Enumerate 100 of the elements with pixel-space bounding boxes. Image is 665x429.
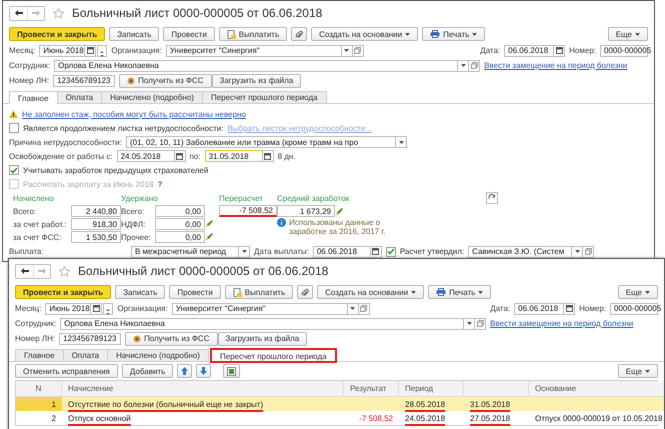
dropdown-button[interactable] <box>238 246 250 258</box>
calendar-button[interactable] <box>262 150 274 162</box>
calendar-button[interactable] <box>84 44 96 56</box>
date-field[interactable]: 06.06.2018 <box>514 302 564 314</box>
print-button[interactable]: Печать <box>422 27 486 41</box>
reason-field[interactable]: (01, 02, 10, 11) Заболевание или травма (кроме травм на про <box>126 136 396 148</box>
date-field[interactable]: 06.06.2018 <box>504 44 554 56</box>
toolbar-button[interactable]: Записать <box>115 285 166 299</box>
pay-button[interactable]: Выплатить <box>224 285 294 299</box>
arrow-up-icon <box>181 367 188 375</box>
replacement-link[interactable]: Ввести замещение на период болезни <box>484 61 628 70</box>
table-cell: 31.05.2018 <box>464 397 529 411</box>
calendar-button[interactable] <box>563 302 576 314</box>
warning-link[interactable]: Не заполнен стаж, пособия могут быть рассчитаны неверно <box>22 110 246 118</box>
sick-leave-number-field[interactable]: 123456789123 <box>59 332 122 344</box>
export-button[interactable] <box>223 364 240 378</box>
get-from-fss-button[interactable]: Получить из ФСС <box>125 332 218 346</box>
replacement-link[interactable]: Ввести замещение на период болезни <box>490 319 634 328</box>
spin-button[interactable] <box>97 44 108 56</box>
tab[interactable]: Оплата <box>56 91 102 103</box>
document-icon <box>226 30 236 38</box>
move-down-button[interactable] <box>196 364 212 378</box>
date-to-field[interactable]: 31.05.2018 <box>204 150 263 162</box>
dropdown-button[interactable] <box>571 246 584 258</box>
payment-field[interactable]: В межрасчетный период <box>131 246 239 258</box>
pencil-icon[interactable] <box>335 206 344 216</box>
window-title: Больничный лист 0000-000005 от 06.06.2018 <box>78 264 328 278</box>
document-icon <box>232 288 242 296</box>
checkbox[interactable] <box>9 123 19 133</box>
toolbar-button[interactable]: Записать <box>109 27 160 41</box>
organization-field[interactable]: Университет "Синергия" <box>172 302 348 314</box>
month-field[interactable]: Июнь 2018 <box>39 44 86 56</box>
date-from-field[interactable]: 24.05.2018 <box>116 150 175 162</box>
field-label: Выплата: <box>9 247 45 256</box>
tab[interactable]: Пересчет прошлого периода <box>210 349 336 362</box>
tab[interactable]: Главное <box>9 91 58 104</box>
more-button[interactable]: Еще <box>618 364 658 378</box>
field-label: Всего: <box>121 206 146 216</box>
toolbar-button[interactable]: Провести <box>169 285 221 299</box>
dropdown-button[interactable] <box>457 60 470 72</box>
tab[interactable]: Начислено (подробно) <box>107 349 209 361</box>
column-header: Период <box>399 381 464 397</box>
attach-button[interactable] <box>291 27 308 41</box>
caret-icon <box>472 32 478 36</box>
caret-icon <box>574 250 580 253</box>
amount-field: 0,00 <box>155 231 205 243</box>
refresh-button[interactable] <box>486 192 498 204</box>
calendar-button[interactable] <box>553 44 566 56</box>
organization-field[interactable]: Университет "Синергия" <box>166 44 342 56</box>
field-label: Номер: <box>579 304 606 313</box>
help-mark[interactable]: ? <box>157 180 162 188</box>
star-icon[interactable] <box>59 266 70 276</box>
toolbar-button[interactable]: Провести <box>163 27 215 41</box>
attach-button[interactable] <box>297 285 314 299</box>
caret-icon <box>478 290 484 294</box>
employee-field[interactable]: Орлова Елена Николаевна <box>54 60 458 72</box>
tab[interactable]: Пересчет прошлого периода <box>202 91 327 103</box>
column-header: Результат <box>344 381 399 397</box>
print-button[interactable]: Печать <box>428 285 492 299</box>
move-up-button[interactable] <box>177 364 192 378</box>
employee-field[interactable]: Орлова Елена Николаевна <box>60 318 464 330</box>
spin-button[interactable] <box>103 302 114 314</box>
toolbar-button[interactable]: Отменить исправления <box>15 364 118 378</box>
create-based-on-button[interactable]: Создать на основании <box>317 285 424 299</box>
pencil-icon[interactable] <box>205 219 214 228</box>
load-from-file-button[interactable]: Загрузить из файла <box>218 332 308 346</box>
open-window-icon <box>470 62 478 69</box>
star-icon[interactable] <box>53 8 64 18</box>
calendar-button[interactable] <box>90 302 102 314</box>
payment-date-field[interactable]: 06.06.2018 <box>312 246 371 258</box>
load-from-file-button[interactable]: Загрузить из файла <box>212 74 302 88</box>
more-button[interactable]: Еще <box>618 285 658 299</box>
more-button[interactable]: Еще <box>608 27 648 41</box>
tab[interactable]: Оплата <box>62 349 108 361</box>
dropdown-button[interactable] <box>395 136 407 148</box>
create-based-on-button[interactable]: Создать на основании <box>311 27 418 41</box>
approver-field[interactable]: Савинская З.Ю. (Систем <box>468 246 572 258</box>
dropdown-button[interactable] <box>340 44 353 56</box>
tab[interactable]: Главное <box>15 349 64 361</box>
pencil-icon[interactable] <box>205 232 214 241</box>
pay-button[interactable]: Выплатить <box>218 27 288 41</box>
dropdown-button[interactable] <box>463 318 476 330</box>
dropdown-button[interactable] <box>346 302 359 314</box>
field-label: Номер: <box>569 46 596 55</box>
toolbar-button[interactable]: Добавить <box>122 364 174 378</box>
checkbox[interactable] <box>386 246 396 256</box>
post-and-close-button[interactable]: Провести и закрыть <box>15 285 112 299</box>
section-heading: Начислено <box>13 192 55 204</box>
open-window-icon <box>354 47 362 54</box>
get-from-fss-button[interactable]: Получить из ФСС <box>119 74 212 88</box>
calendar-button[interactable] <box>370 246 382 258</box>
month-field[interactable]: Июнь 2018 <box>45 302 92 314</box>
post-and-close-button[interactable]: Провести и закрыть <box>9 27 106 41</box>
tab[interactable]: Начислено (подробно) <box>101 91 203 103</box>
sick-leave-number-field[interactable]: 123456789123 <box>53 74 116 86</box>
calendar-button[interactable] <box>174 150 186 162</box>
arrow-right-icon <box>32 10 40 16</box>
amount-field: 918,30 <box>71 218 121 230</box>
printer-icon <box>436 288 446 296</box>
checkbox[interactable] <box>9 165 19 175</box>
